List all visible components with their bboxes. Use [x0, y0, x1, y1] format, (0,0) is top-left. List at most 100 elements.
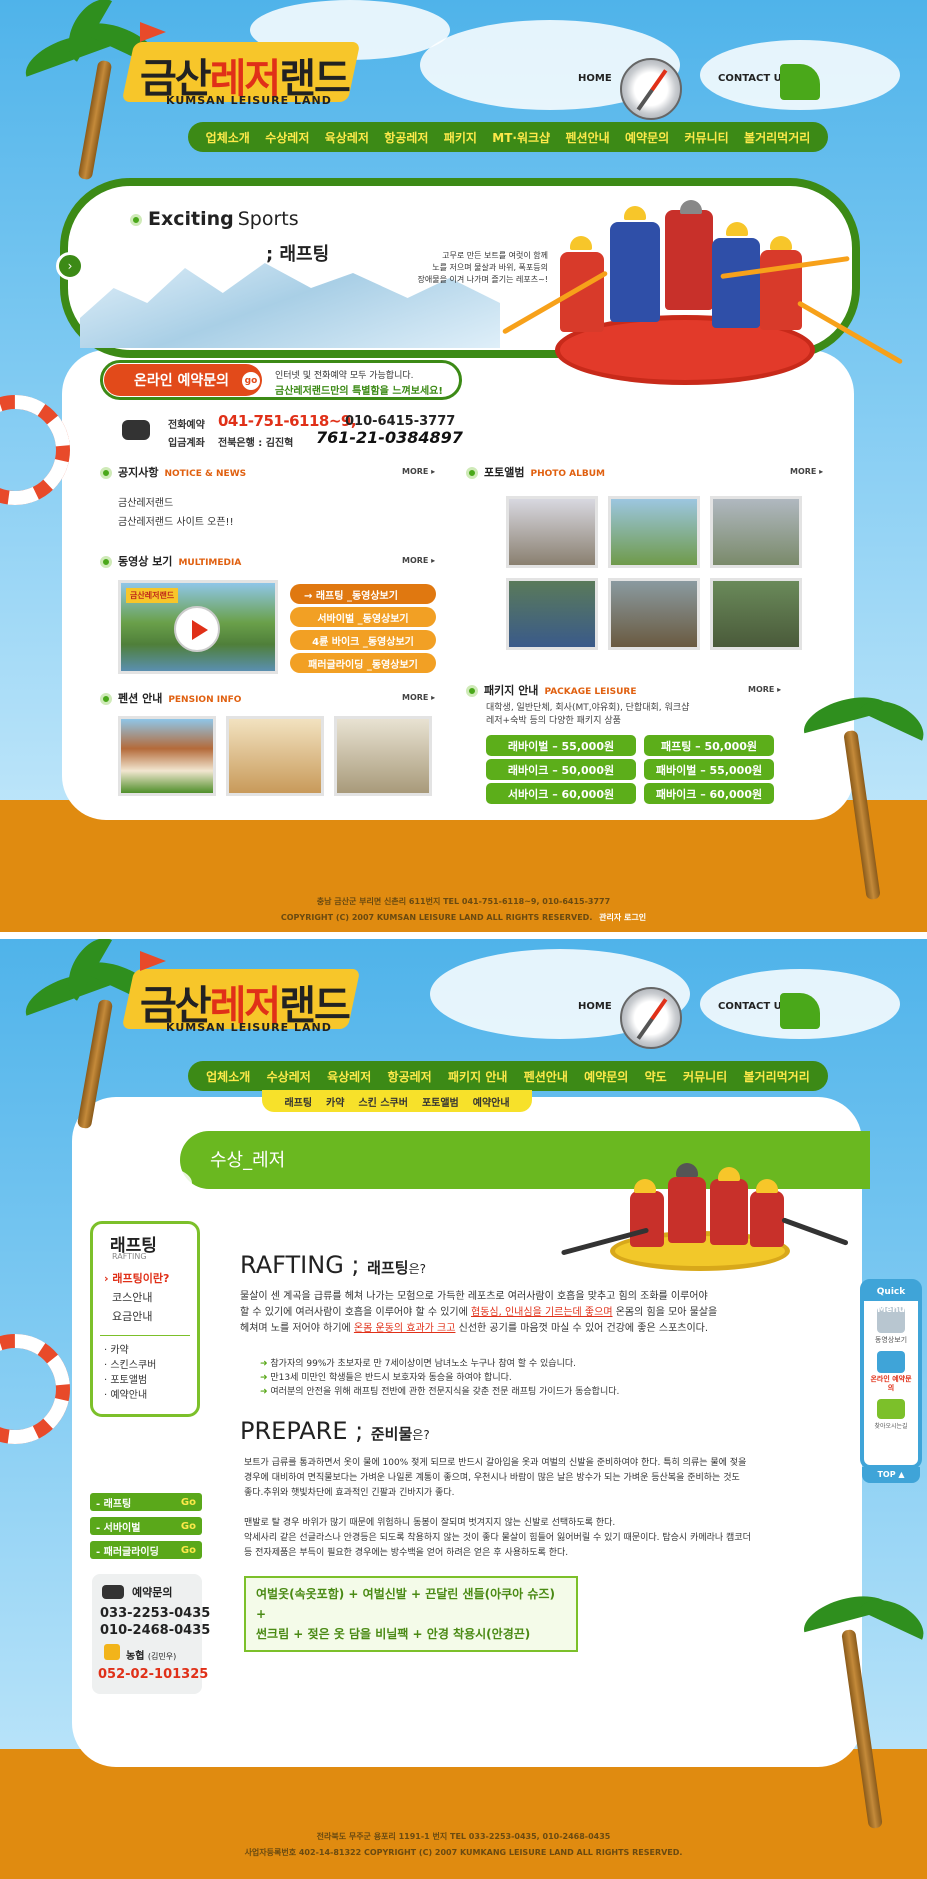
- footer-copyright: COPYRIGHT (C) 2007 KUMSAN LEISURE LAND A…: [280, 913, 647, 922]
- quick-link-paragliding[interactable]: - 패러글라이딩 Go: [90, 1541, 202, 1559]
- nav-item-9[interactable]: 커뮤니티: [683, 1068, 727, 1085]
- footer-address: 충남 금산군 부리면 신촌리 611번지 TEL 041-751-6118~9,…: [316, 897, 611, 906]
- subnav-item-2[interactable]: 카약: [326, 1094, 344, 1109]
- left-nav-sub-item[interactable]: · 카약: [104, 1343, 156, 1358]
- reservation-button[interactable]: 온라인 예약문의: [104, 364, 262, 396]
- package-more-link[interactable]: MORE ▸: [748, 685, 781, 694]
- photo-title: 포토앨범 PHOTO ALBUM: [466, 464, 605, 480]
- left-nav-sub-item[interactable]: · 스킨스쿠버: [104, 1358, 156, 1373]
- video-link-paragliding[interactable]: 패러글라이딩 _동영상보기: [290, 653, 436, 673]
- left-nav-sub-item[interactable]: · 예약안내: [104, 1388, 156, 1403]
- nav-item-1[interactable]: 업체소개: [206, 129, 250, 146]
- multimedia-more-link[interactable]: MORE ▸: [402, 556, 435, 565]
- bullet-dot-icon: [466, 685, 478, 697]
- nav-item-6[interactable]: 펜션안내: [524, 1068, 568, 1085]
- nav-item-10[interactable]: 볼거리먹거리: [744, 1068, 810, 1085]
- prepare-heading: PREPARE ; 준비물은?: [240, 1417, 430, 1445]
- nav-item-9[interactable]: 커뮤니티: [685, 129, 729, 146]
- photo-thumb[interactable]: [608, 496, 700, 568]
- notice-item[interactable]: 금산레저랜드 사이트 오픈!!: [118, 513, 234, 532]
- bullet-dot-icon: [130, 213, 142, 226]
- rafter-figure: [750, 1191, 784, 1247]
- contact-link[interactable]: CONTACT US: [718, 73, 789, 84]
- bullet-dot-icon: [466, 467, 478, 479]
- nav-item-10[interactable]: 볼거리먹거리: [744, 129, 810, 146]
- nav-item-5[interactable]: 패키지 안내: [448, 1068, 507, 1085]
- contact-title: 예약문의: [132, 1586, 173, 1599]
- home-link[interactable]: HOME: [578, 1001, 612, 1012]
- photo-thumb[interactable]: [506, 496, 598, 568]
- nav-item-4[interactable]: 항공레저: [388, 1068, 432, 1085]
- admin-login-link[interactable]: 관리자 로그인: [599, 913, 646, 922]
- subnav-item-5[interactable]: 예약안내: [473, 1094, 510, 1109]
- site-logo[interactable]: 금산레저랜드 KUMSAN LEISURE LAND: [140, 46, 351, 107]
- nav-item-2[interactable]: 수상레저: [265, 129, 309, 146]
- package-item[interactable]: 서바이크 – 60,000원: [486, 783, 636, 804]
- video-link-rafting[interactable]: → 래프팅 _동영상보기: [290, 584, 436, 604]
- photo-thumb[interactable]: [608, 578, 700, 650]
- subnav-item-1[interactable]: 래프팅: [284, 1094, 312, 1109]
- nav-item-7[interactable]: 예약문의: [584, 1068, 628, 1085]
- top-button[interactable]: TOP ▲: [862, 1467, 920, 1483]
- arrow-icon: [780, 64, 820, 100]
- nav-item-5[interactable]: 패키지: [444, 129, 477, 146]
- list-item: ➜ 참가자의 99%가 초보자로 만 7세이상이면 남녀노소 누구나 참여 할 …: [260, 1359, 577, 1369]
- package-item[interactable]: 래바이크 – 50,000원: [486, 759, 636, 780]
- package-item[interactable]: 패바이벌 – 55,000원: [644, 759, 774, 780]
- left-nav-item[interactable]: 요금안내: [104, 1307, 169, 1326]
- nav-item-8[interactable]: 약도: [645, 1068, 667, 1085]
- contact-link[interactable]: CONTACT US: [718, 1001, 789, 1012]
- rafter-figure: [760, 250, 802, 330]
- pension-photo[interactable]: [118, 716, 216, 796]
- photo-thumb[interactable]: [506, 578, 598, 650]
- quick-video-link[interactable]: 동영상보기: [864, 1335, 918, 1345]
- quick-reserve-link[interactable]: 온라인 예약문의: [864, 1375, 918, 1393]
- notice-item[interactable]: 금산레저랜드: [118, 494, 234, 513]
- nav-item-2[interactable]: 수상레저: [267, 1068, 311, 1085]
- play-icon[interactable]: [174, 606, 220, 652]
- package-item[interactable]: 패바이크 – 60,000원: [644, 783, 774, 804]
- nav-item-7[interactable]: 펜션안내: [565, 129, 609, 146]
- telephone-icon: [102, 1585, 124, 1599]
- photo-thumb[interactable]: [710, 578, 802, 650]
- pension-photo[interactable]: [226, 716, 324, 796]
- nav-item-6[interactable]: MT·워크샵: [492, 129, 550, 146]
- footer-address: 전라북도 무주군 용포리 1191-1 번지 TEL 033-2253-0435…: [316, 1832, 611, 1841]
- divider: [0, 932, 927, 939]
- left-nav-item[interactable]: 코스안내: [104, 1288, 169, 1307]
- nav-item-8[interactable]: 예약문의: [625, 129, 669, 146]
- subnav-item-4[interactable]: 포토앨범: [422, 1094, 459, 1109]
- video-link-atv[interactable]: 4륜 바이크 _동영상보기: [290, 630, 436, 650]
- go-icon[interactable]: go: [242, 372, 260, 390]
- notice-more-link[interactable]: MORE ▸: [402, 467, 435, 476]
- photo-more-link[interactable]: MORE ▸: [790, 467, 823, 476]
- left-nav-sub-item[interactable]: · 포토앨범: [104, 1373, 156, 1388]
- home-link[interactable]: HOME: [578, 73, 612, 84]
- video-link-survival[interactable]: 서바이벌 _동영상보기: [290, 607, 436, 627]
- pension-title: 펜션 안내 PENSION INFO: [100, 690, 241, 706]
- coins-icon: [104, 1644, 120, 1660]
- nav-item-3[interactable]: 육상레저: [325, 129, 369, 146]
- items-box: 여벌옷(속옷포함) + 여벌신발 + 끈달린 샌들(아쿠아 슈즈) + 썬크림 +…: [244, 1576, 578, 1652]
- photo-thumb[interactable]: [710, 496, 802, 568]
- rafter-figure: [712, 238, 760, 328]
- contact-phone1: 033-2253-0435: [100, 1606, 211, 1621]
- pension-more-link[interactable]: MORE ▸: [402, 693, 435, 702]
- quick-menu-title: Quick Menu: [864, 1283, 918, 1315]
- package-item[interactable]: 래바이벌 – 55,000원: [486, 735, 636, 756]
- quick-link-rafting[interactable]: - 래프팅 Go: [90, 1493, 202, 1511]
- package-item[interactable]: 패프팅 – 50,000원: [644, 735, 774, 756]
- quick-directions-link[interactable]: 찾아오시는길: [864, 1421, 918, 1430]
- compass-icon: [620, 58, 682, 120]
- nav-item-3[interactable]: 육상레저: [327, 1068, 371, 1085]
- site-logo[interactable]: 금산레저랜드 KUMSAN LEISURE LAND: [140, 973, 351, 1034]
- left-nav-item-active[interactable]: › 래프팅이란?: [104, 1269, 169, 1288]
- rafter-figure: [668, 1177, 706, 1243]
- quick-link-survival[interactable]: - 서바이벌 Go: [90, 1517, 202, 1535]
- subnav-item-3[interactable]: 스킨 스쿠버: [358, 1094, 407, 1109]
- bullet-dot-icon: [100, 556, 112, 568]
- pension-photo[interactable]: [334, 716, 432, 796]
- nav-item-1[interactable]: 업체소개: [206, 1068, 250, 1085]
- hero-prev-arrow-icon[interactable]: ›: [56, 252, 84, 280]
- nav-item-4[interactable]: 항공레저: [384, 129, 428, 146]
